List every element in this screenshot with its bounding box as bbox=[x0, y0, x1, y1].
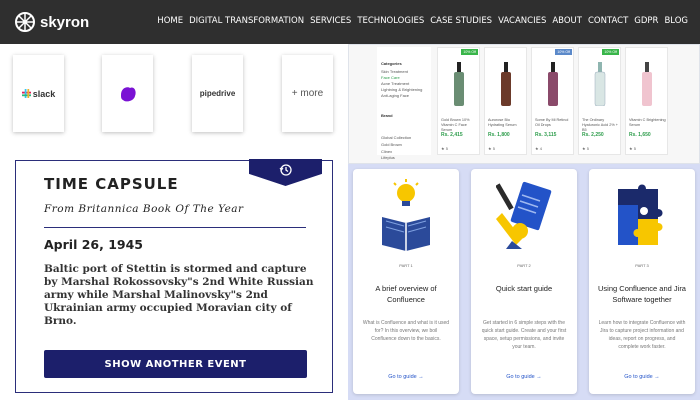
guide-title: Quick start guide bbox=[495, 284, 553, 293]
top-navigation-bar: skyron HOME DIGITAL TRANSFORMATION SERVI… bbox=[0, 0, 700, 44]
product-rating: ★ 5 bbox=[441, 146, 448, 151]
puzzle-icon bbox=[618, 184, 663, 245]
brand-logo[interactable]: skyron bbox=[14, 11, 89, 33]
product-card[interactable]: 10% Off The Ordinary Hyaluronic Acid 2% … bbox=[578, 47, 621, 155]
integration-card-slack[interactable]: slack bbox=[13, 55, 64, 132]
product-name: Gold Brown 10% Vitamin C Face Serum bbox=[441, 118, 470, 132]
confluence-guides: PART 1 A brief overview of Confluence Wh… bbox=[348, 164, 700, 400]
discount-badge: 10% Off bbox=[555, 49, 572, 55]
product-card[interactable]: Aurorose Bio Hydrating Serum Rs. 1,800 ★… bbox=[484, 47, 527, 155]
nav-blog[interactable]: BLOG bbox=[664, 16, 688, 26]
filter-item[interactable]: Face Care bbox=[381, 75, 400, 80]
filter-item[interactable]: Lifeplus bbox=[381, 155, 395, 160]
brand-name: skyron bbox=[40, 13, 90, 31]
filter-item[interactable]: Gold Brown bbox=[381, 142, 402, 147]
guide-description: Learn how to integrate Confluence with J… bbox=[598, 320, 686, 350]
nav-case-studies[interactable]: CASE STUDIES bbox=[430, 16, 492, 26]
filter-heading: Categories bbox=[381, 61, 402, 66]
integration-label: + more bbox=[291, 88, 324, 99]
history-clock-icon bbox=[279, 164, 292, 176]
integration-card-pipedrive[interactable]: pipedrive bbox=[192, 55, 243, 132]
guide-card-overview: PART 1 A brief overview of Confluence Wh… bbox=[353, 169, 459, 394]
product-price: Rs. 2,415 bbox=[441, 132, 463, 138]
integration-card-purple[interactable] bbox=[102, 55, 153, 132]
serum-bottle-icon bbox=[594, 62, 606, 106]
nav-about[interactable]: ABOUT bbox=[552, 16, 582, 26]
integration-cards: slack pipedrive + more bbox=[0, 44, 348, 156]
filter-sidebar: Categories Skin Treatment Face Care Acne… bbox=[377, 47, 431, 160]
product-rating: ★ 5 bbox=[488, 146, 495, 151]
serum-bottle-icon bbox=[548, 62, 558, 106]
nav-digital-transformation[interactable]: DIGITAL TRANSFORMATION bbox=[189, 16, 304, 26]
nav-gdpr[interactable]: GDPR bbox=[634, 16, 658, 26]
discount-badge: 10% Off bbox=[461, 49, 478, 55]
filter-item[interactable]: Skin Treatment bbox=[381, 69, 408, 74]
time-capsule-widget: TIME CAPSULE From Britannica Book Of The… bbox=[15, 159, 333, 393]
product-price: Rs. 3,115 bbox=[535, 132, 557, 138]
filter-heading: Brand bbox=[381, 113, 393, 118]
main-nav: HOME DIGITAL TRANSFORMATION SERVICES TEC… bbox=[157, 16, 688, 26]
serum-bottle-icon bbox=[454, 62, 464, 106]
skyron-logo-icon bbox=[15, 12, 35, 32]
filter-item[interactable]: Lightning & Brightening bbox=[381, 87, 422, 92]
purple-blob-logo-icon bbox=[120, 86, 136, 101]
nav-services[interactable]: SERVICES bbox=[310, 16, 351, 26]
nav-contact[interactable]: CONTACT bbox=[588, 16, 628, 26]
slack-logo-icon bbox=[21, 89, 31, 98]
guide-title: A brief overview of Confluence bbox=[375, 284, 437, 304]
guide-part: PART 2 bbox=[517, 263, 531, 268]
product-price: Rs. 1,800 bbox=[488, 132, 510, 138]
guide-card-quick-start: PART 2 Quick start guide Get started in … bbox=[471, 169, 577, 394]
product-name: Some By Mi Retinol Oil Drops bbox=[535, 118, 569, 127]
capsule-title: TIME CAPSULE bbox=[44, 175, 179, 193]
nav-home[interactable]: HOME bbox=[157, 16, 183, 26]
capsule-date: April 26, 1945 bbox=[44, 237, 143, 252]
show-another-event-button[interactable]: SHOW ANOTHER EVENT bbox=[44, 350, 307, 378]
integration-card-more[interactable]: + more bbox=[282, 55, 333, 132]
go-to-guide-link[interactable]: Go to guide → bbox=[471, 374, 577, 380]
guide-part: PART 3 bbox=[635, 263, 649, 268]
capsule-event-text: Baltic port of Stettin is stormed and ca… bbox=[44, 263, 314, 327]
history-badge bbox=[249, 159, 322, 186]
discount-badge: 10% Off bbox=[602, 49, 619, 55]
product-card[interactable]: 10% Off Gold Brown 10% Vitamin C Face Se… bbox=[437, 47, 480, 155]
product-name: Aurorose Bio Hydrating Serum bbox=[488, 118, 517, 127]
guide-card-jira: PART 3 Using Confluence and Jira Softwar… bbox=[589, 169, 695, 394]
serum-bottle-icon bbox=[501, 62, 511, 106]
shop-preview: Categories Skin Treatment Face Care Acne… bbox=[348, 44, 700, 164]
go-to-guide-link[interactable]: Go to guide → bbox=[353, 374, 459, 380]
filter-item[interactable]: Anti-aging Face bbox=[381, 93, 409, 98]
product-rating: ★ 5 bbox=[629, 146, 636, 151]
product-name: Vitamin C Brightening Serum bbox=[629, 118, 666, 127]
product-card[interactable]: 10% Off Some By Mi Retinol Oil Drops Rs.… bbox=[531, 47, 574, 155]
product-rating: ★ 4 bbox=[535, 146, 542, 151]
nav-technologies[interactable]: TECHNOLOGIES bbox=[357, 16, 424, 26]
product-price: Rs. 1,650 bbox=[629, 132, 651, 138]
capsule-divider bbox=[44, 227, 306, 228]
guide-title: Using Confluence and Jira Software toget… bbox=[598, 284, 686, 304]
guide-part: PART 1 bbox=[399, 263, 413, 268]
serum-bottle-icon bbox=[642, 62, 652, 106]
product-price: Rs. 2,250 bbox=[582, 132, 604, 138]
quick-start-icon bbox=[496, 181, 552, 249]
product-card[interactable]: Vitamin C Brightening Serum Rs. 1,650 ★ … bbox=[625, 47, 668, 155]
integration-label: slack bbox=[32, 88, 56, 99]
capsule-subtitle: From Britannica Book Of The Year bbox=[44, 203, 244, 215]
filter-item[interactable]: Clinex bbox=[381, 149, 392, 154]
product-name: The Ordinary Hyaluronic Acid 2% + B5 bbox=[582, 118, 618, 132]
guide-description: What is Confluence and what is it used f… bbox=[362, 320, 450, 342]
go-to-guide-link[interactable]: Go to guide → bbox=[589, 374, 695, 380]
guide-description: Get started in 6 simple steps with the q… bbox=[481, 320, 567, 350]
book-bulb-icon bbox=[382, 179, 430, 251]
product-rating: ★ 5 bbox=[582, 146, 589, 151]
integration-label: pipedrive bbox=[199, 89, 236, 98]
nav-vacancies[interactable]: VACANCIES bbox=[498, 16, 546, 26]
filter-item[interactable]: Global Collection bbox=[381, 135, 411, 140]
filter-item[interactable]: Acne Treatment bbox=[381, 81, 409, 86]
